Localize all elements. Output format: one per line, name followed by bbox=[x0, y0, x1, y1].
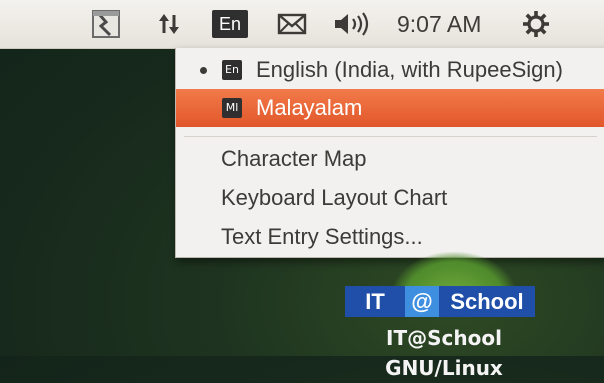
screenshot-app-icon[interactable] bbox=[86, 0, 126, 48]
menu-item-label: Malayalam bbox=[256, 95, 363, 120]
menu-item-text-entry-settings[interactable]: Text Entry Settings... bbox=[176, 218, 604, 256]
keyboard-layout-menu: En English (India, with RupeeSign) Ml Ma… bbox=[175, 48, 604, 258]
logo-at-text: @ bbox=[405, 286, 439, 317]
clock[interactable]: 9:07 AM bbox=[397, 0, 481, 48]
menu-item-label: English (India, with RupeeSign) bbox=[256, 57, 563, 82]
network-updown-icon[interactable] bbox=[151, 0, 187, 48]
keyboard-indicator-button[interactable]: En bbox=[210, 0, 250, 48]
menu-item-english-india[interactable]: En English (India, with RupeeSign) bbox=[176, 51, 604, 89]
menu-item-keyboard-layout-chart[interactable]: Keyboard Layout Chart bbox=[176, 179, 604, 217]
top-panel: En 9:07 AM bbox=[0, 0, 604, 49]
menu-item-label: Text Entry Settings... bbox=[221, 224, 423, 249]
menu-separator bbox=[184, 136, 597, 137]
menu-item-label: Keyboard Layout Chart bbox=[221, 185, 448, 210]
menu-item-character-map[interactable]: Character Map bbox=[176, 140, 604, 178]
logo-it-text: IT bbox=[365, 288, 385, 314]
menu-item-label: Character Map bbox=[221, 146, 367, 171]
distro-caption: IT@School GNU/Linux bbox=[385, 326, 503, 380]
logo-school-text: School bbox=[450, 288, 524, 314]
volume-speaker-icon[interactable] bbox=[327, 0, 377, 48]
menu-item-malayalam[interactable]: Ml Malayalam bbox=[176, 89, 604, 127]
mail-envelope-icon[interactable] bbox=[272, 0, 312, 48]
keyboard-layout-ml-icon: Ml bbox=[222, 98, 242, 118]
itschool-logo: IT @ School bbox=[345, 286, 535, 317]
keyboard-indicator-icon: En bbox=[212, 10, 248, 38]
keyboard-layout-en-icon: En bbox=[222, 60, 242, 80]
selected-radio-bullet-icon bbox=[200, 67, 207, 74]
power-settings-icon[interactable] bbox=[515, 0, 557, 48]
